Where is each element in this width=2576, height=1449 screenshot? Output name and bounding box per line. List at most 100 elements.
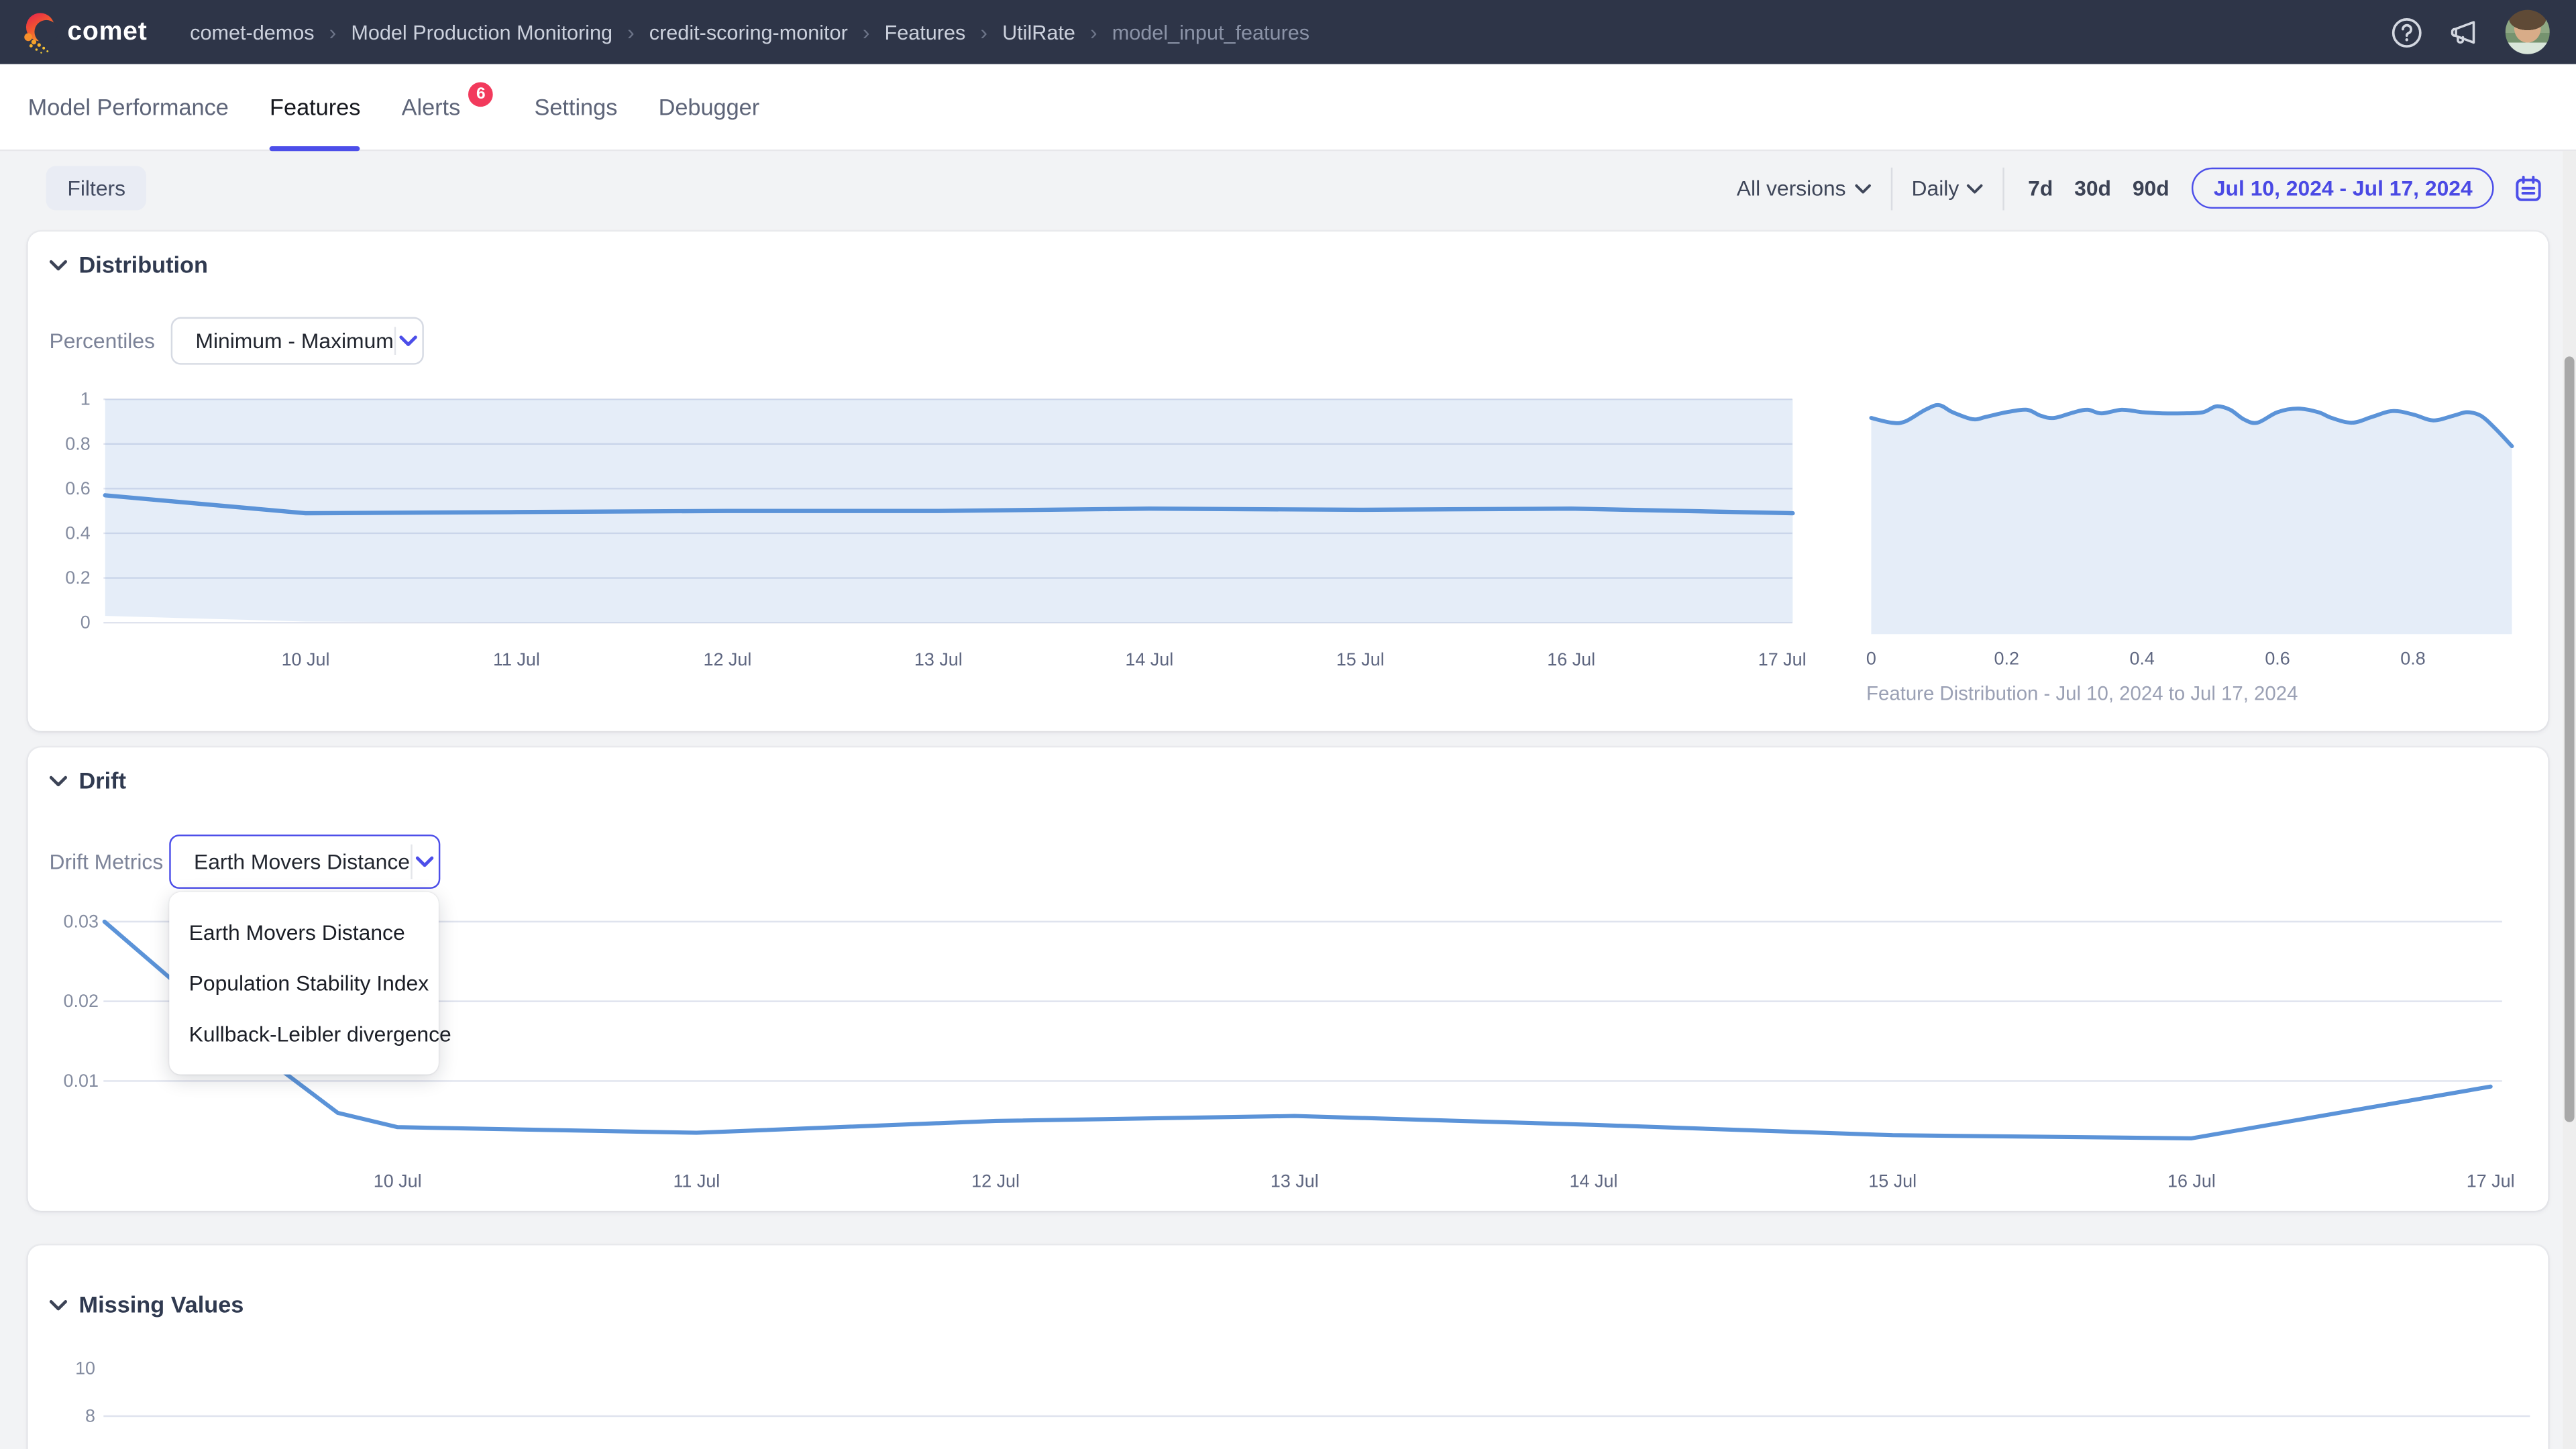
drift-metric-value: Earth Movers Distance [171, 849, 410, 874]
chevron-down-icon [1854, 183, 1870, 193]
tab-settings[interactable]: Settings [534, 63, 617, 150]
axis-label: 0.8 [2400, 649, 2425, 669]
versions-value: All versions [1737, 176, 1846, 201]
user-avatar[interactable] [2506, 10, 2550, 54]
breadcrumb-item[interactable]: comet-demos [190, 21, 314, 44]
chevron-down-icon [411, 856, 439, 867]
quick-range-30d[interactable]: 30d [2074, 176, 2111, 201]
chevron-down-icon [1968, 183, 1984, 193]
tab-debugger[interactable]: Debugger [659, 63, 760, 150]
comet-logo[interactable]: comet [21, 11, 148, 54]
quick-range-90d[interactable]: 90d [2133, 176, 2169, 201]
axis-label: 17 Jul [2467, 1171, 2515, 1191]
app-root: comet comet-demos › Model Production Monit… [0, 0, 2576, 1449]
comet-logo-text: comet [67, 17, 147, 47]
scrollbar-thumb[interactable] [2565, 356, 2575, 1122]
breadcrumb-item[interactable]: Features [885, 21, 966, 44]
axis-label: 10 Jul [282, 649, 330, 669]
breadcrumb: comet-demos › Model Production Monitoring ›… [190, 19, 1309, 44]
chart-caption: Feature Distribution - Jul 10, 2024 to J… [1866, 682, 2298, 704]
axis-label: 0.8 [65, 433, 90, 453]
axis-label: 0.01 [64, 1071, 99, 1091]
filters-button[interactable]: Filters [46, 166, 147, 210]
axis-label: 0.03 [64, 911, 99, 931]
missing-values-card: Missing Values 10 8 [28, 1245, 2548, 1449]
menu-option[interactable]: Kullback-Leibler divergence [169, 1009, 439, 1060]
axis-label: 0 [1866, 649, 1876, 669]
toolbar-divider [2003, 167, 2004, 210]
axis-label: 11 Jul [673, 1171, 720, 1191]
announcements-icon[interactable] [2448, 15, 2481, 48]
toolbar-divider [1890, 167, 1892, 210]
tab-features[interactable]: Features [270, 63, 360, 150]
tab-label: Alerts [402, 94, 461, 120]
axis-label: 15 Jul [1868, 1171, 1917, 1191]
drift-card: Drift Drift Metrics Earth Movers Distanc… [28, 747, 2548, 1211]
calendar-icon[interactable] [2514, 173, 2543, 203]
breadcrumb-item[interactable]: Model Production Monitoring [351, 21, 612, 44]
navbar-actions [2390, 0, 2550, 64]
top-navbar: comet comet-demos › Model Production Monit… [0, 0, 2576, 64]
scrollbar-track[interactable] [2563, 151, 2576, 1449]
tab-alerts[interactable]: Alerts6 [402, 63, 494, 150]
tab-label: Features [270, 94, 360, 120]
toolbar-right: All versions Daily 7d 30d 90d Jul 10, 2024… [1737, 166, 2543, 210]
distribution-timeseries-chart[interactable]: 00.20.40.60.8110 Jul11 Jul12 Jul13 Jul14… [61, 378, 1807, 674]
percentiles-select[interactable]: Minimum - Maximum [171, 317, 424, 365]
section-title: Missing Values [79, 1291, 244, 1318]
versions-dropdown[interactable]: All versions [1737, 176, 1871, 201]
breadcrumb-separator: › [980, 19, 987, 44]
axis-label: 0.6 [2265, 649, 2290, 669]
section-title: Distribution [79, 252, 208, 278]
breadcrumb-separator: › [863, 19, 870, 44]
date-range-button[interactable]: Jul 10, 2024 - Jul 17, 2024 [2192, 168, 2494, 209]
breadcrumb-item[interactable]: credit-scoring-monitor [649, 21, 848, 44]
chevron-down-icon [49, 775, 67, 786]
axis-label: 17 Jul [1758, 649, 1807, 669]
axis-label: 12 Jul [703, 649, 751, 669]
menu-option[interactable]: Population Stability Index [169, 958, 439, 1009]
breadcrumb-separator: › [1090, 19, 1097, 44]
drift-metrics-label: Drift Metrics [49, 835, 163, 889]
tab-label: Settings [534, 94, 617, 120]
axis-label: 12 Jul [971, 1171, 1020, 1191]
axis-label: 16 Jul [1547, 649, 1595, 669]
section-title: Drift [79, 767, 126, 794]
axis-label: 16 Jul [2167, 1171, 2216, 1191]
drift-collapse-toggle[interactable]: Drift [49, 767, 126, 794]
feature-distribution-chart[interactable]: 00.20.40.60.8Feature Distribution - Jul … [1848, 378, 2544, 706]
axis-label: 0.02 [64, 991, 99, 1011]
breadcrumb-separator: › [627, 19, 635, 44]
tab-model-performance[interactable]: Model Performance [28, 63, 229, 150]
active-tab-underline [270, 146, 360, 150]
distribution-collapse-toggle[interactable]: Distribution [49, 252, 207, 278]
axis-label: 0.6 [65, 478, 90, 498]
tab-label: Model Performance [28, 94, 229, 120]
missing-values-chart[interactable]: 10 8 [61, 1344, 2542, 1449]
drift-metric-menu: Earth Movers DistancePopulation Stabilit… [169, 892, 439, 1075]
axis-label: 14 Jul [1570, 1171, 1618, 1191]
axis-label: 15 Jul [1336, 649, 1385, 669]
distribution-card: Distribution Percentiles Minimum - Maxim… [28, 231, 2548, 731]
breadcrumb-separator: › [329, 19, 337, 44]
interval-dropdown[interactable]: Daily [1912, 176, 1984, 201]
menu-option[interactable]: Earth Movers Distance [169, 907, 439, 958]
quick-range-group: 7d 30d 90d [2028, 176, 2169, 201]
axis-label: 10 [75, 1358, 95, 1379]
axis-label: 0.4 [2129, 649, 2154, 669]
help-icon[interactable] [2390, 15, 2423, 48]
axis-label: 8 [85, 1406, 95, 1426]
axis-label: 13 Jul [914, 649, 963, 669]
percentiles-label: Percentiles [49, 317, 155, 365]
axis-label: 14 Jul [1125, 649, 1173, 669]
axis-label: 0.4 [65, 523, 90, 543]
missing-values-collapse-toggle[interactable]: Missing Values [49, 1291, 244, 1318]
tab-label: Debugger [659, 94, 760, 120]
quick-range-7d[interactable]: 7d [2028, 176, 2053, 201]
breadcrumb-item[interactable]: model_input_features [1112, 21, 1309, 44]
chevron-down-icon [49, 259, 67, 270]
drift-metric-select[interactable]: Earth Movers Distance [169, 835, 440, 889]
chevron-down-icon [49, 1299, 67, 1310]
chevron-down-icon [394, 335, 422, 347]
breadcrumb-item[interactable]: UtilRate [1002, 21, 1075, 44]
